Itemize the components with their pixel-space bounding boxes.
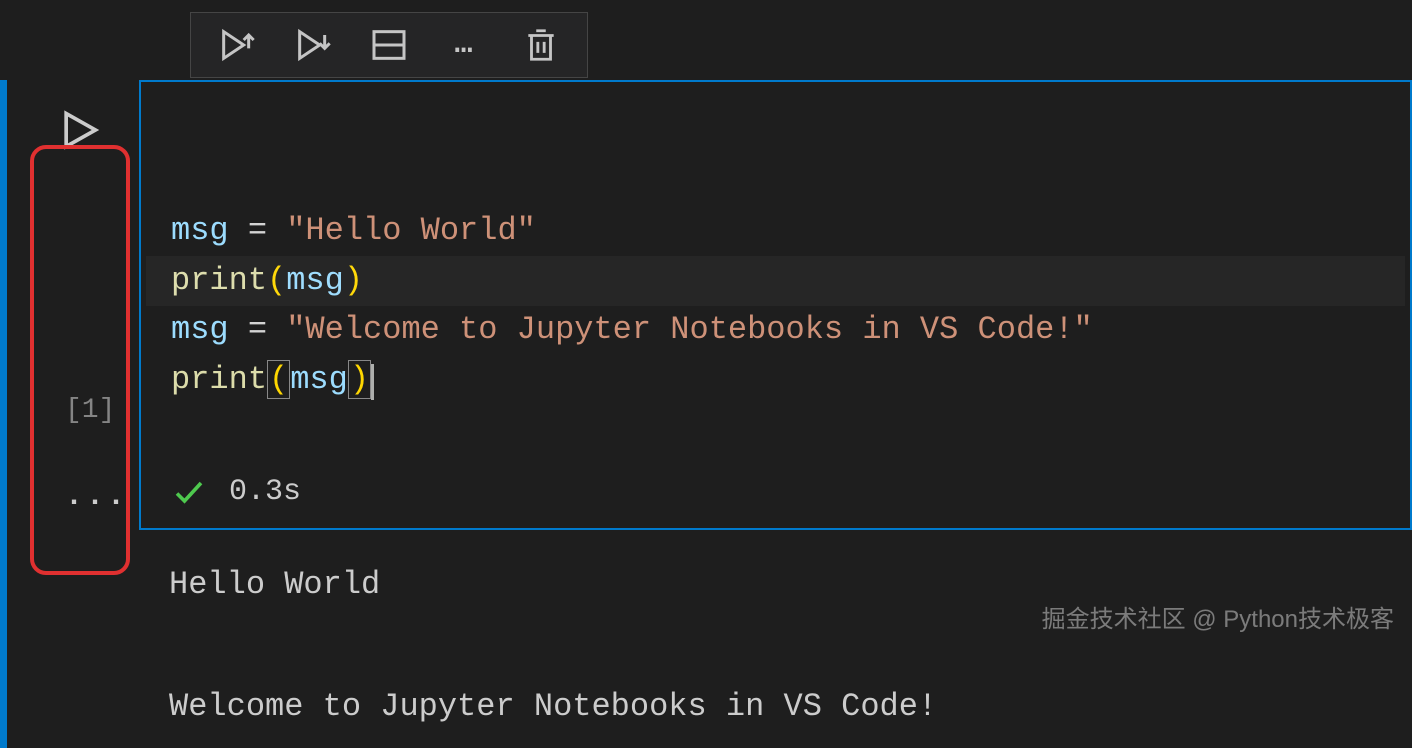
cell-output: Hello World Welcome to Jupyter Notebooks…: [139, 530, 1412, 747]
more-actions-button[interactable]: …: [429, 17, 501, 73]
execution-time: 0.3s: [229, 475, 301, 509]
split-cell-icon: [369, 25, 409, 65]
collapse-output-button[interactable]: ...: [65, 480, 128, 514]
ellipsis-icon: …: [454, 38, 475, 53]
delete-cell-button[interactable]: [505, 17, 577, 73]
run-cell-button[interactable]: [57, 108, 101, 157]
output-line: Welcome to Jupyter Notebooks in VS Code!: [169, 688, 937, 725]
split-cell-button[interactable]: [353, 17, 425, 73]
notebook-cell: [1] ... msg = "Hello World" print(msg) m…: [0, 80, 1412, 748]
matched-bracket-close: ): [348, 360, 371, 399]
code-token: msg: [171, 212, 229, 249]
run-cell-and-below-button[interactable]: [277, 17, 349, 73]
play-icon: [57, 108, 101, 152]
run-below-icon: [293, 25, 333, 65]
code-editor[interactable]: msg = "Hello World" print(msg) msg = "We…: [141, 82, 1410, 466]
run-cells-above-button[interactable]: [201, 17, 273, 73]
watermark-text: 掘金技术社区 @ Python技术极客: [1042, 599, 1394, 634]
run-above-icon: [217, 25, 257, 65]
text-cursor: [371, 364, 374, 400]
trash-icon: [522, 26, 560, 64]
cell-status-bar: 0.3s: [141, 466, 1410, 528]
matched-bracket-open: (: [267, 360, 290, 399]
cell-toolbar: …: [190, 12, 588, 78]
cell-focus-indicator: [0, 80, 7, 748]
cell-editor-container: msg = "Hello World" print(msg) msg = "We…: [139, 80, 1412, 530]
output-line: Hello World: [169, 566, 380, 603]
cell-gutter: [1] ...: [7, 80, 139, 748]
success-check-icon: [171, 474, 207, 510]
execution-count: [1]: [65, 395, 115, 426]
